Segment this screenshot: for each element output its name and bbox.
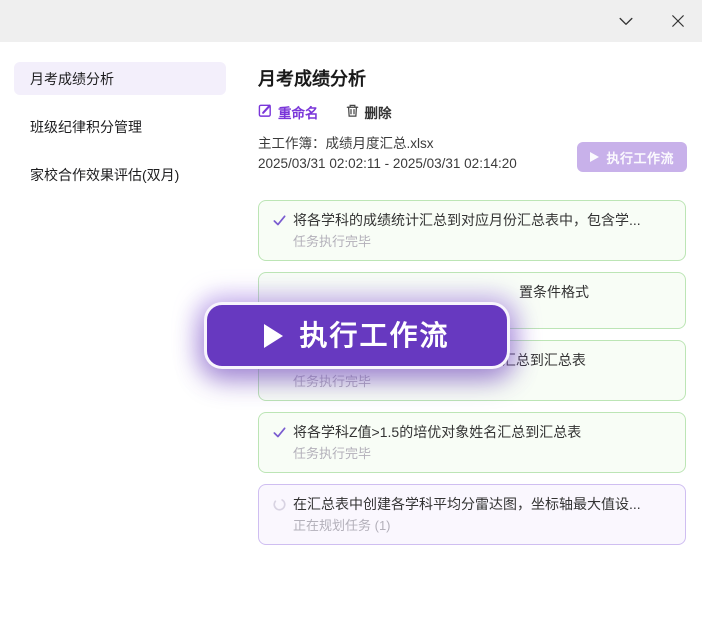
task-title-row: 将各学科Z值>1.5的培优对象姓名汇总到汇总表 <box>272 421 672 443</box>
task-status: 正在规划任务 (1) <box>293 516 672 535</box>
sidebar-item-0[interactable]: 月考成绩分析 <box>14 62 226 95</box>
check-icon <box>272 213 287 228</box>
execute-workflow-overlay-button[interactable]: 执行工作流 <box>204 302 510 369</box>
trash-icon <box>345 103 360 121</box>
sidebar-item-label: 班级纪律积分管理 <box>30 117 142 137</box>
delete-label: 删除 <box>365 102 392 122</box>
task-title: 置条件格式 <box>519 281 589 303</box>
task-title-row: 在汇总表中创建各学科平均分雷达图，坐标轴最大值设... <box>272 493 672 515</box>
task-card-0[interactable]: 将各学科的成绩统计汇总到对应月份汇总表中，包含学...任务执行完毕 <box>258 200 686 261</box>
actions-row: 重命名 删除 <box>258 102 686 122</box>
play-icon <box>590 152 599 162</box>
play-icon <box>264 324 283 348</box>
task-status: 任务执行完毕 <box>293 232 672 251</box>
task-title-row: 置条件格式 <box>519 281 672 303</box>
rename-button[interactable]: 重命名 <box>258 102 319 122</box>
task-status: 任务执行完毕 <box>293 444 672 463</box>
delete-button[interactable]: 删除 <box>345 102 392 122</box>
execute-workflow-button[interactable]: 执行工作流 <box>577 142 687 172</box>
page-title: 月考成绩分析 <box>258 68 686 90</box>
task-title: 在汇总表中创建各学科平均分雷达图，坐标轴最大值设... <box>293 493 641 515</box>
app-body: 月考成绩分析班级纪律积分管理家校合作效果评估(双月) 月考成绩分析 重命名 删除… <box>0 42 702 626</box>
chevron-down-icon[interactable] <box>616 11 636 31</box>
task-title-row: 将各学科的成绩统计汇总到对应月份汇总表中，包含学... <box>272 209 672 231</box>
task-title: 将各学科Z值>1.5的培优对象姓名汇总到汇总表 <box>293 421 581 443</box>
close-icon[interactable] <box>668 11 688 31</box>
spinner-icon <box>272 497 287 512</box>
task-card-3[interactable]: 将各学科Z值>1.5的培优对象姓名汇总到汇总表任务执行完毕 <box>258 412 686 473</box>
overlay-execute-label: 执行工作流 <box>299 322 449 350</box>
edit-icon <box>258 103 273 121</box>
task-card-4[interactable]: 在汇总表中创建各学科平均分雷达图，坐标轴最大值设...正在规划任务 (1) <box>258 484 686 545</box>
execute-workflow-label: 执行工作流 <box>606 148 674 167</box>
sidebar-item-2[interactable]: 家校合作效果评估(双月) <box>14 158 226 191</box>
sidebar-item-label: 月考成绩分析 <box>30 69 114 89</box>
rename-label: 重命名 <box>278 102 319 122</box>
task-status: 任务执行完毕 <box>293 372 672 391</box>
sidebar-item-1[interactable]: 班级纪律积分管理 <box>14 110 226 143</box>
check-icon <box>272 425 287 440</box>
task-title: 将各学科的成绩统计汇总到对应月份汇总表中，包含学... <box>293 209 641 231</box>
titlebar <box>0 0 702 42</box>
sidebar-item-label: 家校合作效果评估(双月) <box>30 165 179 185</box>
task-list: 将各学科的成绩统计汇总到对应月份汇总表中，包含学...任务执行完毕置条件格式将各… <box>258 200 686 545</box>
